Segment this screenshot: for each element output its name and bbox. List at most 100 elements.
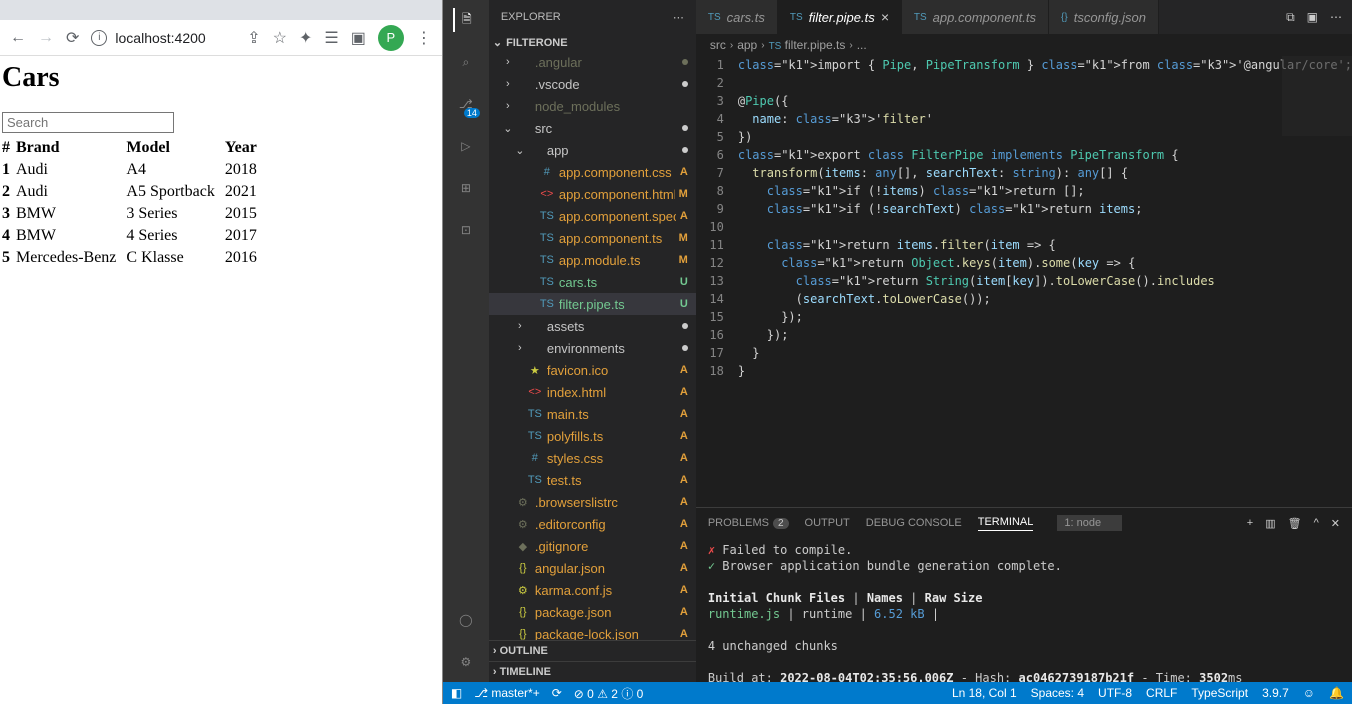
maximize-icon[interactable]: ^ bbox=[1314, 517, 1319, 530]
file-tree-item[interactable]: {}angular.jsonA bbox=[489, 557, 696, 579]
split-icon[interactable]: ⧉ bbox=[1286, 10, 1295, 25]
remote-indicator[interactable]: ◧ bbox=[451, 686, 462, 700]
eol-indicator[interactable]: CRLF bbox=[1146, 686, 1177, 700]
settings-icon[interactable]: ⚙ bbox=[454, 650, 478, 674]
kill-terminal-icon[interactable]: 🗑 bbox=[1288, 517, 1302, 530]
tab-terminal[interactable]: TERMINAL bbox=[978, 516, 1034, 531]
table-header: # bbox=[2, 137, 16, 159]
encoding-indicator[interactable]: UTF-8 bbox=[1098, 686, 1132, 700]
cursor-position[interactable]: Ln 18, Col 1 bbox=[952, 686, 1017, 700]
tab-actions: ⧉ ▣ ⋯ bbox=[1276, 0, 1352, 34]
file-tree-item[interactable]: ⚙karma.conf.jsA bbox=[489, 579, 696, 601]
file-tree-item[interactable]: ⚙.editorconfigA bbox=[489, 513, 696, 535]
table-row: 5Mercedes-BenzC Klasse2016 bbox=[2, 247, 267, 269]
close-icon[interactable]: × bbox=[881, 9, 889, 25]
outline-section[interactable]: › OUTLINE bbox=[489, 640, 696, 661]
file-tree-item[interactable]: ⌄src bbox=[489, 117, 696, 139]
line-numbers: 123456789101112131415161718 bbox=[696, 56, 738, 507]
file-tree-item[interactable]: <>index.htmlA bbox=[489, 381, 696, 403]
file-tree-item[interactable]: ◆.gitignoreA bbox=[489, 535, 696, 557]
new-terminal-icon[interactable]: + bbox=[1247, 517, 1253, 530]
file-tree-item[interactable]: ›.vscode bbox=[489, 73, 696, 95]
bookmark-icon[interactable]: ☆ bbox=[273, 28, 287, 48]
terminal-select[interactable]: 1: node bbox=[1057, 515, 1122, 531]
feedback-icon[interactable]: ☺ bbox=[1303, 686, 1315, 700]
terminal-output[interactable]: ✗ Failed to compile.✓ Browser applicatio… bbox=[696, 538, 1352, 682]
scm-icon[interactable]: ⎇14 bbox=[454, 92, 478, 116]
file-tree-item[interactable]: ⌄app bbox=[489, 139, 696, 161]
tab-debug[interactable]: DEBUG CONSOLE bbox=[866, 517, 962, 529]
info-icon[interactable]: i bbox=[91, 30, 107, 46]
file-tree-item[interactable]: TScars.tsU bbox=[489, 271, 696, 293]
split-terminal-icon[interactable]: ▥ bbox=[1265, 517, 1275, 530]
bell-icon[interactable]: 🔔 bbox=[1329, 686, 1344, 700]
file-tree-item[interactable]: TSapp.module.tsM bbox=[489, 249, 696, 271]
file-tree-item[interactable]: TSapp.component.tsM bbox=[489, 227, 696, 249]
minimap[interactable] bbox=[1282, 56, 1352, 136]
breadcrumb[interactable]: src›app›TS filter.pipe.ts›... bbox=[696, 34, 1352, 56]
explorer-icon[interactable]: 🗎 bbox=[453, 8, 477, 32]
code-lines[interactable]: class="k1">import { Pipe, PipeTransform … bbox=[738, 56, 1352, 507]
version-indicator[interactable]: 3.9.7 bbox=[1262, 686, 1289, 700]
panel-icon[interactable]: ▣ bbox=[351, 28, 366, 48]
file-tree-item[interactable]: ›.angular bbox=[489, 51, 696, 73]
more-icon[interactable]: ⋯ bbox=[673, 11, 684, 24]
remote-icon[interactable]: ⊡ bbox=[454, 218, 478, 242]
extensions-icon[interactable]: ✦ bbox=[299, 28, 312, 48]
debug-icon[interactable]: ▷ bbox=[454, 134, 478, 158]
table-row: 1AudiA42018 bbox=[2, 159, 267, 181]
editor-tab[interactable]: TSapp.component.ts bbox=[902, 0, 1049, 34]
close-panel-icon[interactable]: ✕ bbox=[1331, 517, 1340, 530]
url-bar[interactable]: i localhost:4200 bbox=[91, 30, 235, 46]
file-tree-item[interactable]: ★favicon.icoA bbox=[489, 359, 696, 381]
code-editor[interactable]: 123456789101112131415161718 class="k1">i… bbox=[696, 56, 1352, 507]
editor-tab[interactable]: {}tsconfig.json bbox=[1049, 0, 1159, 34]
file-tree-item[interactable]: #styles.cssA bbox=[489, 447, 696, 469]
file-tree-item[interactable]: ›node_modules bbox=[489, 95, 696, 117]
editor-tab[interactable]: TSfilter.pipe.ts× bbox=[778, 0, 902, 34]
file-tree-item[interactable]: TSapp.component.spec.tsA bbox=[489, 205, 696, 227]
language-indicator[interactable]: TypeScript bbox=[1191, 686, 1248, 700]
status-bar: ◧ ⎇ master*+ ⟳ ⊘ 0 ⚠ 2 ⓘ 0 Ln 18, Col 1 … bbox=[443, 682, 1352, 704]
file-tree-item[interactable]: TStest.tsA bbox=[489, 469, 696, 491]
file-tree-item[interactable]: {}package-lock.jsonA bbox=[489, 623, 696, 640]
branch-indicator[interactable]: ⎇ master*+ bbox=[474, 686, 540, 700]
reload-icon[interactable]: ⟳ bbox=[66, 28, 79, 48]
tab-problems[interactable]: PROBLEMS2 bbox=[708, 517, 789, 529]
file-tree-item[interactable]: ›environments bbox=[489, 337, 696, 359]
extensions-icon[interactable]: ⊞ bbox=[454, 176, 478, 200]
file-tree: ›.angular›.vscode›node_modules⌄src⌄app#a… bbox=[489, 51, 696, 640]
file-tree-item[interactable]: #app.component.cssA bbox=[489, 161, 696, 183]
profile-avatar[interactable]: P bbox=[378, 25, 404, 51]
sync-icon[interactable]: ⟳ bbox=[552, 686, 562, 700]
cars-table: #BrandModelYear 1AudiA420182AudiA5 Sport… bbox=[2, 137, 267, 269]
file-tree-item[interactable]: <>app.component.htmlM bbox=[489, 183, 696, 205]
browser-window: ← → ⟳ i localhost:4200 ⇪ ☆ ✦ ☰ ▣ P ⋮ Car… bbox=[0, 0, 443, 704]
indent-indicator[interactable]: Spaces: 4 bbox=[1031, 686, 1084, 700]
file-tree-item[interactable]: ⚙.browserslistrcA bbox=[489, 491, 696, 513]
forward-icon[interactable]: → bbox=[38, 29, 54, 47]
table-row: 3BMW3 Series2015 bbox=[2, 203, 267, 225]
project-header[interactable]: ⌄FILTERONE bbox=[489, 34, 696, 51]
search-input[interactable] bbox=[2, 112, 174, 133]
browser-nav-bar: ← → ⟳ i localhost:4200 ⇪ ☆ ✦ ☰ ▣ P ⋮ bbox=[0, 20, 442, 56]
url-text: localhost:4200 bbox=[115, 30, 205, 46]
account-icon[interactable]: ◯ bbox=[454, 608, 478, 632]
page-title: Cars bbox=[2, 62, 440, 94]
file-tree-item[interactable]: TSfilter.pipe.tsU bbox=[489, 293, 696, 315]
timeline-section[interactable]: › TIMELINE bbox=[489, 661, 696, 682]
layout-icon[interactable]: ▣ bbox=[1307, 10, 1318, 24]
tab-output[interactable]: OUTPUT bbox=[805, 517, 850, 529]
tab-more-icon[interactable]: ⋯ bbox=[1330, 10, 1342, 24]
reading-list-icon[interactable]: ☰ bbox=[324, 28, 338, 48]
file-tree-item[interactable]: TSmain.tsA bbox=[489, 403, 696, 425]
file-tree-item[interactable]: ›assets bbox=[489, 315, 696, 337]
file-tree-item[interactable]: {}package.jsonA bbox=[489, 601, 696, 623]
editor-tab[interactable]: TScars.ts bbox=[696, 0, 778, 34]
errors-indicator[interactable]: ⊘ 0 ⚠ 2 ⓘ 0 bbox=[574, 685, 644, 702]
menu-icon[interactable]: ⋮ bbox=[416, 28, 432, 48]
back-icon[interactable]: ← bbox=[10, 29, 26, 47]
search-icon[interactable]: ⌕ bbox=[454, 50, 478, 74]
share-icon[interactable]: ⇪ bbox=[247, 28, 260, 48]
file-tree-item[interactable]: TSpolyfills.tsA bbox=[489, 425, 696, 447]
